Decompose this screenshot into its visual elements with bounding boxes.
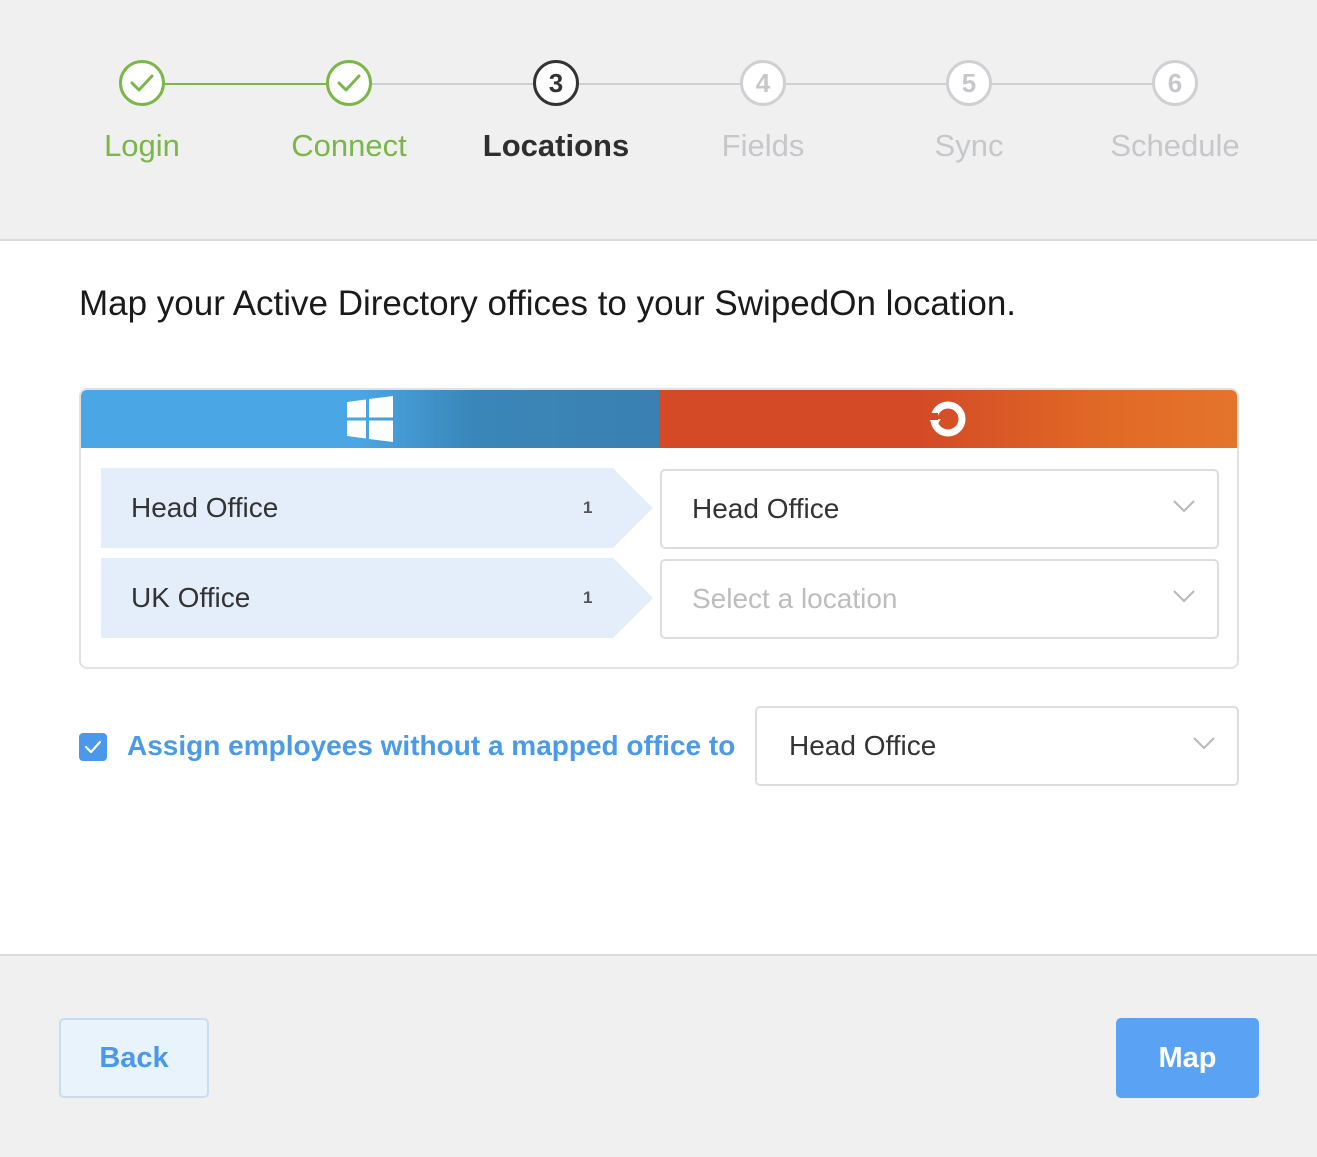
ad-office-row: UK Office 1 — [101, 558, 653, 638]
step-number: 5 — [946, 60, 992, 106]
select-value: Head Office — [692, 493, 840, 524]
windows-logo-icon — [347, 396, 393, 442]
ad-office-name: UK Office — [131, 582, 251, 613]
wizard-footer: Back Map — [0, 954, 1317, 1157]
step-label: Connect — [291, 128, 407, 163]
step-schedule: 6 Schedule — [1075, 60, 1275, 164]
checkmark-icon — [84, 740, 102, 754]
step-sync: 5 Sync — [869, 60, 1069, 164]
page-instruction: Map your Active Directory offices to you… — [79, 284, 1017, 323]
checkmark-icon — [119, 60, 165, 106]
default-location-select[interactable]: Head Office — [755, 706, 1239, 786]
chevron-down-icon — [1173, 500, 1195, 513]
wizard-stepper: Login Connect 3 Locations 4 Fields 5 Syn… — [0, 0, 1317, 241]
checkmark-icon — [326, 60, 372, 106]
ad-office-row: Head Office 1 — [101, 468, 653, 548]
step-label: Sync — [934, 128, 1004, 163]
step-number: 4 — [740, 60, 786, 106]
assign-label[interactable]: Assign employees without a mapped office… — [127, 730, 735, 762]
ad-office-count: 1 — [583, 498, 593, 517]
step-number: 3 — [533, 60, 579, 106]
assign-checkbox[interactable] — [79, 733, 107, 761]
location-mapping-panel: Head Office 1 Head Office UK Office 1 Se… — [79, 388, 1239, 669]
step-fields: 4 Fields — [663, 60, 863, 164]
ad-office-count: 1 — [583, 588, 593, 607]
location-select[interactable]: Head Office — [660, 469, 1219, 549]
chevron-down-icon — [1173, 590, 1195, 603]
step-label: Schedule — [1110, 128, 1240, 163]
swipedon-logo-icon — [929, 401, 966, 437]
step-label: Locations — [482, 128, 630, 163]
active-directory-header — [81, 390, 659, 448]
step-locations: 3 Locations — [456, 60, 656, 164]
location-select[interactable]: Select a location — [660, 559, 1219, 639]
panel-header — [81, 390, 1237, 448]
chevron-down-icon — [1193, 737, 1215, 750]
select-placeholder: Select a location — [692, 583, 898, 614]
step-label: Fields — [721, 128, 805, 163]
ad-office-name: Head Office — [131, 492, 279, 523]
step-label: Login — [104, 128, 180, 163]
swipedon-header — [659, 390, 1237, 448]
step-login: Login — [42, 60, 242, 164]
step-number: 6 — [1152, 60, 1198, 106]
back-button[interactable]: Back — [59, 1018, 209, 1098]
step-connect: Connect — [249, 60, 449, 164]
map-button[interactable]: Map — [1116, 1018, 1259, 1098]
select-value: Head Office — [789, 730, 937, 761]
